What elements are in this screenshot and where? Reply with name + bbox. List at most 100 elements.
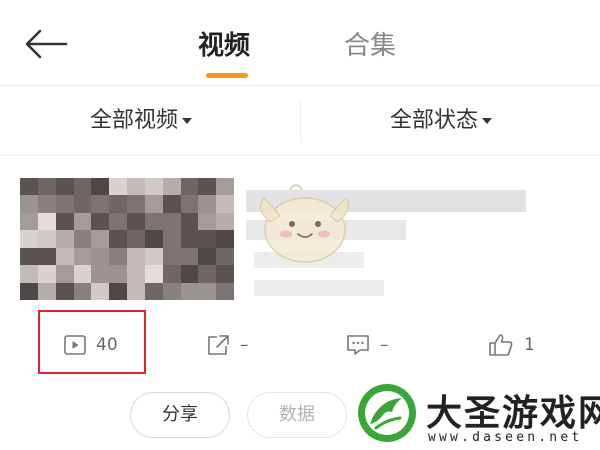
back-arrow-icon[interactable] [22, 26, 70, 62]
thumbnail-pixel [198, 265, 217, 284]
thumbnail-pixel [162, 195, 181, 214]
status-dropdown[interactable]: 全部状态 [390, 104, 493, 138]
thumbnail-pixel [216, 212, 234, 231]
thumbnail-pixel [162, 230, 181, 249]
thumbnail-pixel [162, 178, 181, 196]
thumbnail-pixel [37, 265, 57, 284]
thumbnail-pixel [20, 265, 39, 284]
thumbnail-pixel [91, 230, 110, 249]
thumbnail-pixel [127, 282, 146, 300]
mascot-sticker-icon [259, 184, 350, 263]
thumbnail-pixel [198, 178, 217, 196]
thumbnail-pixel [73, 282, 92, 300]
thumbnail-pixel [127, 247, 146, 266]
status-dropdown-label: 全部状态 [390, 108, 479, 133]
watermark-title: 大圣游戏网 [426, 393, 600, 434]
thumbnail-pixel [109, 265, 128, 284]
filter-bar: 全部视频 全部状态 [0, 86, 600, 156]
watermark-url: www.daseen.net [428, 430, 583, 445]
thumbnail-pixel [37, 282, 57, 300]
thumbnail-pixel [73, 212, 92, 231]
thumbnail-pixel [216, 265, 234, 284]
thumbnail-pixel [144, 247, 164, 266]
thumbnail-pixel [109, 282, 128, 300]
thumbnail-pixel [216, 282, 234, 300]
thumbnail-pixel [73, 230, 92, 249]
thumbs-up-icon [489, 334, 513, 356]
thumbnail-pixel [144, 265, 164, 284]
thumbnail-pixel [91, 178, 110, 196]
thumbnail-pixel [144, 212, 164, 231]
data-button[interactable]: 数据 [247, 392, 347, 438]
thumbnail-pixel [55, 178, 74, 196]
thumbnail-pixel [198, 195, 217, 214]
thumbnail-pixel [20, 247, 39, 266]
thumbnail-pixel [37, 230, 57, 249]
thumbnail-pixel [127, 195, 146, 214]
thumbnail-pixel [109, 195, 128, 214]
tab-videos[interactable]: 视频 [198, 26, 250, 66]
thumbnail-pixel [198, 212, 217, 231]
thumbnail-pixel [180, 212, 199, 231]
thumbnail-pixel [127, 178, 146, 196]
caret-down-icon [182, 118, 193, 124]
top-nav-bar: 视频 合集 [0, 0, 600, 86]
thumbnail-pixel [109, 212, 128, 231]
video-type-dropdown-label: 全部视频 [90, 108, 179, 133]
filter-divider [300, 100, 301, 142]
thumbnail-pixel [91, 212, 110, 231]
thumbnail-pixel [91, 265, 110, 284]
like-count[interactable]: 1 [488, 332, 535, 358]
video-thumbnail[interactable] [20, 178, 234, 300]
thumbnail-pixel [216, 230, 234, 249]
thumbnail-pixel [73, 247, 92, 266]
comment-count-value: – [380, 335, 389, 355]
comment-count[interactable]: – [346, 332, 389, 358]
thumbnail-pixel [180, 178, 199, 196]
thumbnail-pixel [55, 230, 74, 249]
thumbnail-pixel [109, 178, 128, 196]
thumbnail-pixel [20, 212, 39, 231]
share-button[interactable]: 分享 [130, 392, 230, 438]
thumbnail-pixel [198, 230, 217, 249]
tab-collections[interactable]: 合集 [344, 26, 396, 66]
thumbnail-pixel [73, 195, 92, 214]
thumbnail-pixel [216, 178, 234, 196]
thumbnail-pixel [162, 212, 181, 231]
thumbnail-pixel [55, 282, 74, 300]
thumbnail-pixel [180, 247, 199, 266]
thumbnail-pixel [162, 282, 181, 300]
thumbnail-pixel [198, 282, 217, 300]
thumbnail-pixel [37, 247, 57, 266]
thumbnail-pixel [73, 178, 92, 196]
blurred-meta-line [254, 280, 384, 296]
comment-icon [347, 335, 369, 355]
thumbnail-pixel [144, 178, 164, 196]
thumbnail-pixel [55, 195, 74, 214]
like-count-value: 1 [524, 335, 535, 355]
site-watermark: 大圣游戏网 www.daseen.net [352, 382, 600, 450]
share-icon [208, 335, 229, 355]
thumbnail-pixel [144, 195, 164, 214]
highlight-annotation-box [38, 310, 146, 374]
thumbnail-pixel [55, 212, 74, 231]
thumbnail-pixel [20, 230, 39, 249]
thumbnail-pixel [144, 230, 164, 249]
thumbnail-pixel [37, 178, 57, 196]
thumbnail-pixel [216, 247, 234, 266]
share-count-value: – [240, 335, 249, 355]
thumbnail-pixel [127, 230, 146, 249]
video-type-dropdown[interactable]: 全部视频 [90, 104, 193, 138]
thumbnail-pixel [91, 247, 110, 266]
share-count[interactable]: – [206, 332, 249, 358]
thumbnail-pixel [127, 265, 146, 284]
thumbnail-pixel [20, 178, 39, 196]
thumbnail-pixel [162, 247, 181, 266]
thumbnail-pixel [180, 230, 199, 249]
thumbnail-pixel [180, 195, 199, 214]
thumbnail-pixel [37, 212, 57, 231]
thumbnail-pixel [20, 282, 39, 300]
thumbnail-pixel [55, 265, 74, 284]
thumbnail-pixel [109, 247, 128, 266]
thumbnail-pixel [162, 265, 181, 284]
